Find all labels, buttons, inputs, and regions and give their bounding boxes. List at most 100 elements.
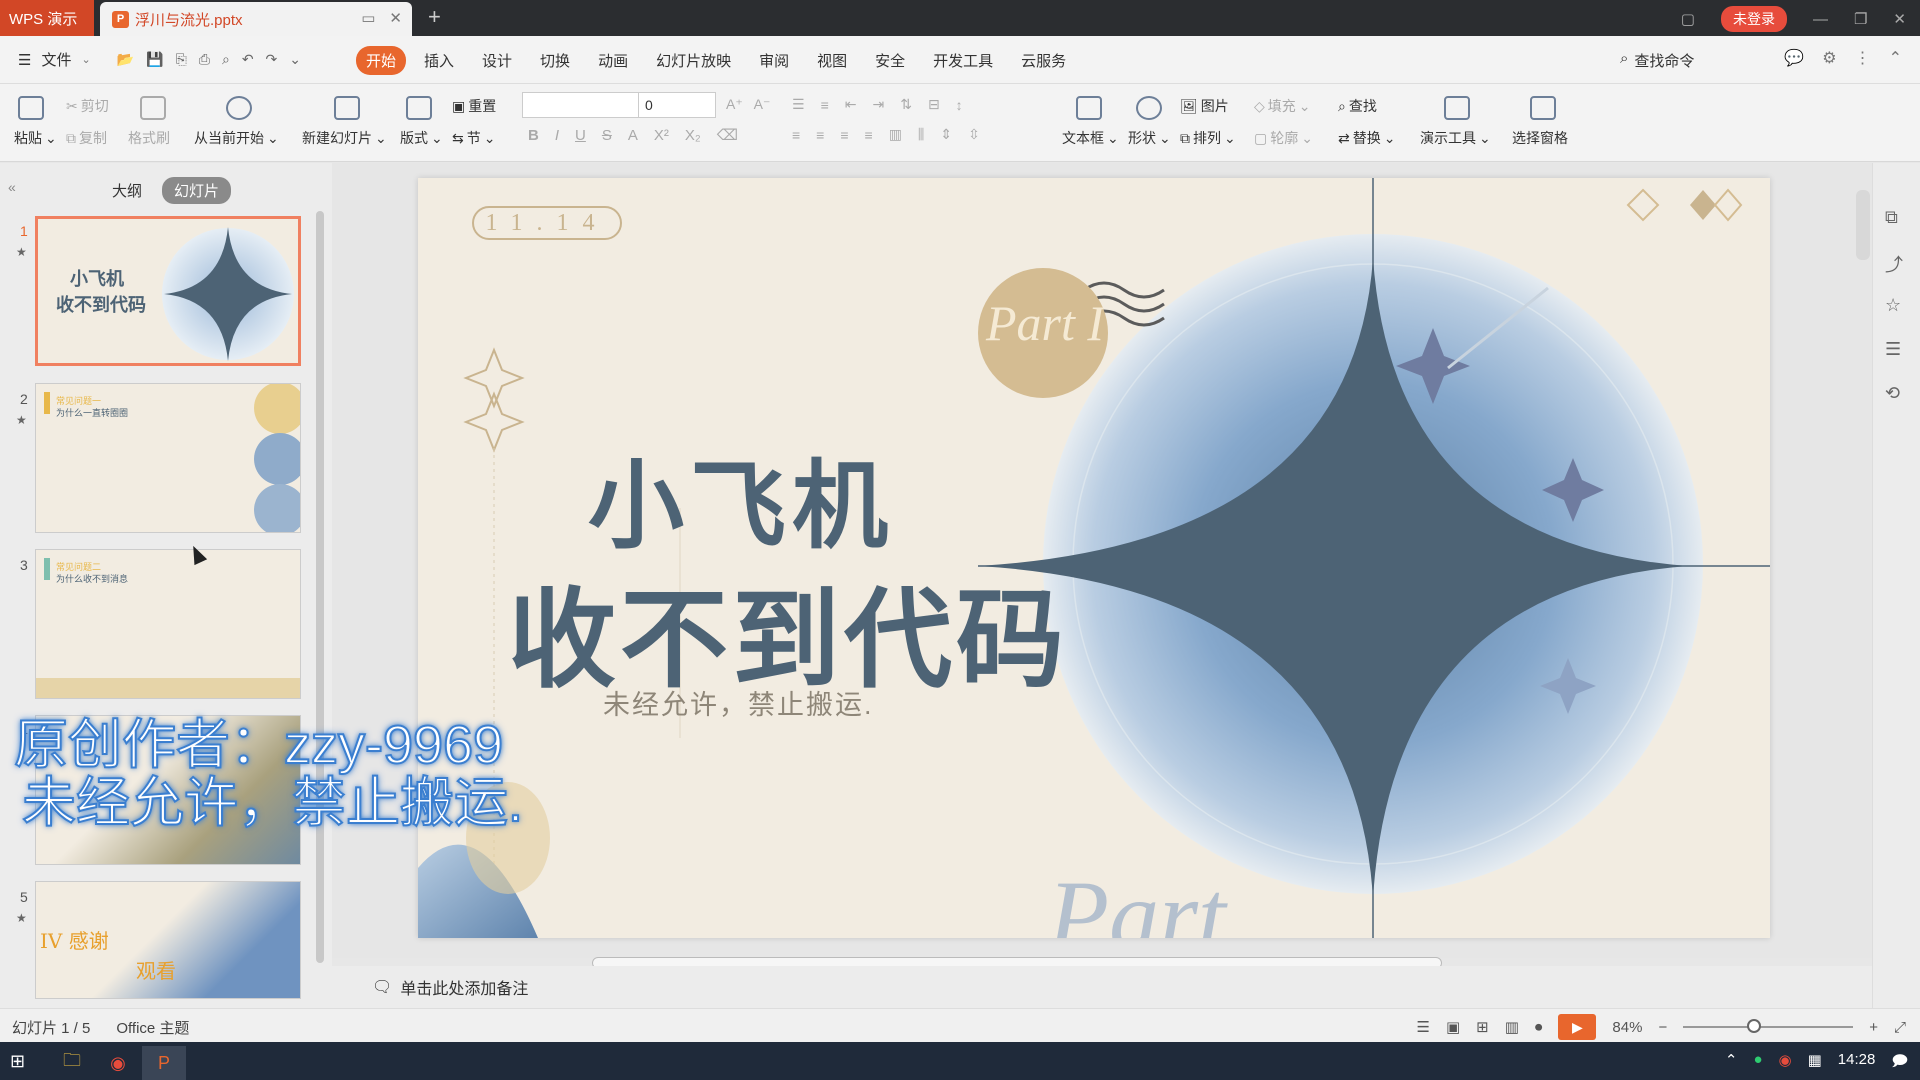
restore-tab-icon[interactable]: ▭ (361, 9, 375, 27)
pin-icon[interactable]: ☆ (1885, 295, 1901, 316)
textbox-button[interactable]: 文本框 ⌄ (1062, 128, 1119, 148)
app-tab[interactable]: WPS 演示 (0, 0, 94, 36)
underline-icon[interactable]: U (575, 127, 586, 144)
tab-design[interactable]: 设计 (472, 46, 522, 75)
slide-canvas[interactable]: 11.14 Part I 小飞机 收不到代码 未经允许，禁止搬运. Part (418, 178, 1770, 938)
tab-developer[interactable]: 开发工具 (923, 46, 1003, 75)
recording-icon[interactable]: ◉ (1779, 1051, 1792, 1076)
notes-toggle-icon[interactable]: ☰ (1417, 1018, 1430, 1036)
command-search[interactable]: ⌕ 查找命令 (1620, 50, 1694, 71)
fill-button[interactable]: ◇ 填充 ⌄ (1254, 96, 1311, 116)
tab-transitions[interactable]: 切换 (530, 46, 580, 75)
gear-icon[interactable]: ⚙ (1822, 48, 1836, 68)
replace-button[interactable]: ⇄ 替换 ⌄ (1338, 128, 1395, 148)
numbering-icon[interactable]: ≡ (821, 97, 829, 113)
tab-security[interactable]: 安全 (865, 46, 915, 75)
transform-icon[interactable]: ⧉ (1885, 207, 1898, 228)
find-button[interactable]: ⌕ 查找 (1338, 96, 1377, 116)
file-explorer-icon[interactable]: 🗀 (50, 1046, 94, 1080)
tab-home[interactable]: 开始 (356, 46, 407, 75)
paste-button[interactable]: 粘贴 ⌄ (14, 128, 57, 148)
italic-icon[interactable]: I (555, 127, 559, 144)
record-icon[interactable]: ⏺ (1535, 1019, 1543, 1036)
network-icon[interactable]: ▦ (1808, 1051, 1822, 1076)
normal-view-icon[interactable]: ▣ (1446, 1018, 1460, 1036)
format-painter-button[interactable]: 格式刷 (128, 128, 170, 148)
tab-cloud[interactable]: 云服务 (1011, 46, 1076, 75)
more-icon[interactable]: ⋮ (1855, 48, 1871, 68)
justify-icon[interactable]: ≡ (865, 127, 873, 143)
layout-icon[interactable] (406, 96, 432, 120)
slide-thumbnail-5[interactable]: IV 感谢 观看 (35, 881, 301, 999)
strikethrough-icon[interactable]: S (602, 127, 612, 144)
notifications-icon[interactable]: 🗩 (1891, 1051, 1908, 1076)
vertical-scrollbar[interactable] (1856, 190, 1870, 260)
tab-slides[interactable]: 幻灯片 (162, 177, 232, 204)
textbox-icon[interactable] (1076, 96, 1102, 120)
reset-button[interactable]: ▣ 重置 (452, 96, 496, 116)
eraser-icon[interactable]: ⌫ (717, 126, 738, 144)
save-icon[interactable]: 💾 (146, 51, 163, 68)
cut-button[interactable]: ✂ 剪切 (66, 96, 109, 116)
presentation-tools-icon[interactable] (1444, 96, 1470, 120)
zoom-level[interactable]: 84% (1612, 1019, 1642, 1036)
play-from-current-button[interactable]: 从当前开始 ⌄ (194, 128, 279, 148)
chevron-down-icon[interactable]: ⌄ (81, 53, 90, 66)
close-window-icon[interactable]: ✕ (1893, 10, 1906, 28)
history-icon[interactable]: ⟲ (1885, 383, 1900, 404)
tab-slideshow[interactable]: 幻灯片放映 (646, 46, 741, 75)
indent-decrease-icon[interactable]: ⇤ (845, 96, 857, 113)
shape-icon[interactable] (1136, 96, 1162, 120)
export-icon[interactable]: ⎘ (176, 51, 187, 68)
clock[interactable]: 14:28 (1838, 1051, 1876, 1076)
columns-icon[interactable]: ⫼ (918, 126, 924, 143)
slide-title-line-1[interactable]: 小飞机 (588, 428, 894, 567)
window-layout-icon[interactable]: ▢ (1681, 10, 1695, 28)
paste-icon[interactable] (18, 96, 44, 120)
subscript-icon[interactable]: X₂ (685, 127, 701, 144)
file-menu[interactable]: 文件 (41, 49, 71, 70)
comment-icon[interactable]: 💬 (1784, 48, 1804, 68)
customize-icon[interactable]: ⌄ (289, 51, 301, 68)
open-icon[interactable]: 📂 (117, 51, 134, 68)
fit-window-icon[interactable]: ⤢ (1894, 1019, 1906, 1036)
tab-review[interactable]: 审阅 (749, 46, 799, 75)
tab-view[interactable]: 视图 (807, 46, 857, 75)
font-size-input[interactable]: 0 (638, 92, 716, 118)
superscript-icon[interactable]: X² (654, 127, 669, 144)
wechat-icon[interactable]: ● (1753, 1051, 1762, 1076)
chrome-icon[interactable]: ◉ (96, 1046, 140, 1080)
collapse-ribbon-icon[interactable]: ⌃ (1889, 48, 1902, 68)
selection-pane-button[interactable]: 选择窗格 (1512, 128, 1568, 148)
slide-sorter-icon[interactable]: ⊞ (1476, 1018, 1489, 1036)
redo-icon[interactable]: ↷ (266, 51, 278, 68)
section-button[interactable]: ⇆ 节 ⌄ (452, 128, 495, 148)
play-icon[interactable] (226, 96, 252, 120)
align-left-icon[interactable]: ≡ (792, 127, 800, 143)
font-grow-icon[interactable]: A⁺ A⁻ (726, 96, 770, 113)
indent-increase-icon[interactable]: ⇥ (872, 96, 884, 113)
wps-presentation-icon[interactable]: P (142, 1046, 186, 1080)
collapse-panel-icon[interactable]: « (8, 179, 16, 195)
zoom-in-icon[interactable]: + (1869, 1019, 1878, 1036)
play-slideshow-button[interactable]: ▶ (1558, 1014, 1597, 1040)
align-center-icon[interactable]: ≡ (816, 127, 824, 143)
outline-button[interactable]: ▢ 轮廓 ⌄ (1254, 128, 1313, 148)
reading-view-icon[interactable]: ▥ (1505, 1018, 1519, 1036)
bold-icon[interactable]: B (528, 127, 539, 144)
selection-pane-icon[interactable] (1530, 96, 1556, 120)
new-slide-button[interactable]: 新建幻灯片 ⌄ (302, 128, 387, 148)
line-spacing-icon[interactable]: ↕ (956, 97, 963, 113)
slide-subtitle[interactable]: 未经允许，禁止搬运. (603, 683, 874, 722)
layout-button[interactable]: 版式 ⌄ (400, 128, 443, 148)
panel-scrollbar[interactable] (316, 211, 324, 963)
print-icon[interactable]: ⎙ (199, 51, 210, 68)
para-spacing-icon[interactable]: ⇕ (940, 126, 952, 143)
align-right-icon[interactable]: ≡ (840, 127, 848, 143)
hamburger-icon[interactable]: ☰ (18, 51, 31, 69)
zoom-slider-handle[interactable] (1747, 1019, 1762, 1033)
zoom-slider[interactable] (1683, 1019, 1854, 1033)
undo-icon[interactable]: ↶ (242, 51, 254, 68)
tray-expand-icon[interactable]: ⌃ (1725, 1051, 1738, 1076)
zoom-out-icon[interactable]: − (1658, 1019, 1667, 1036)
